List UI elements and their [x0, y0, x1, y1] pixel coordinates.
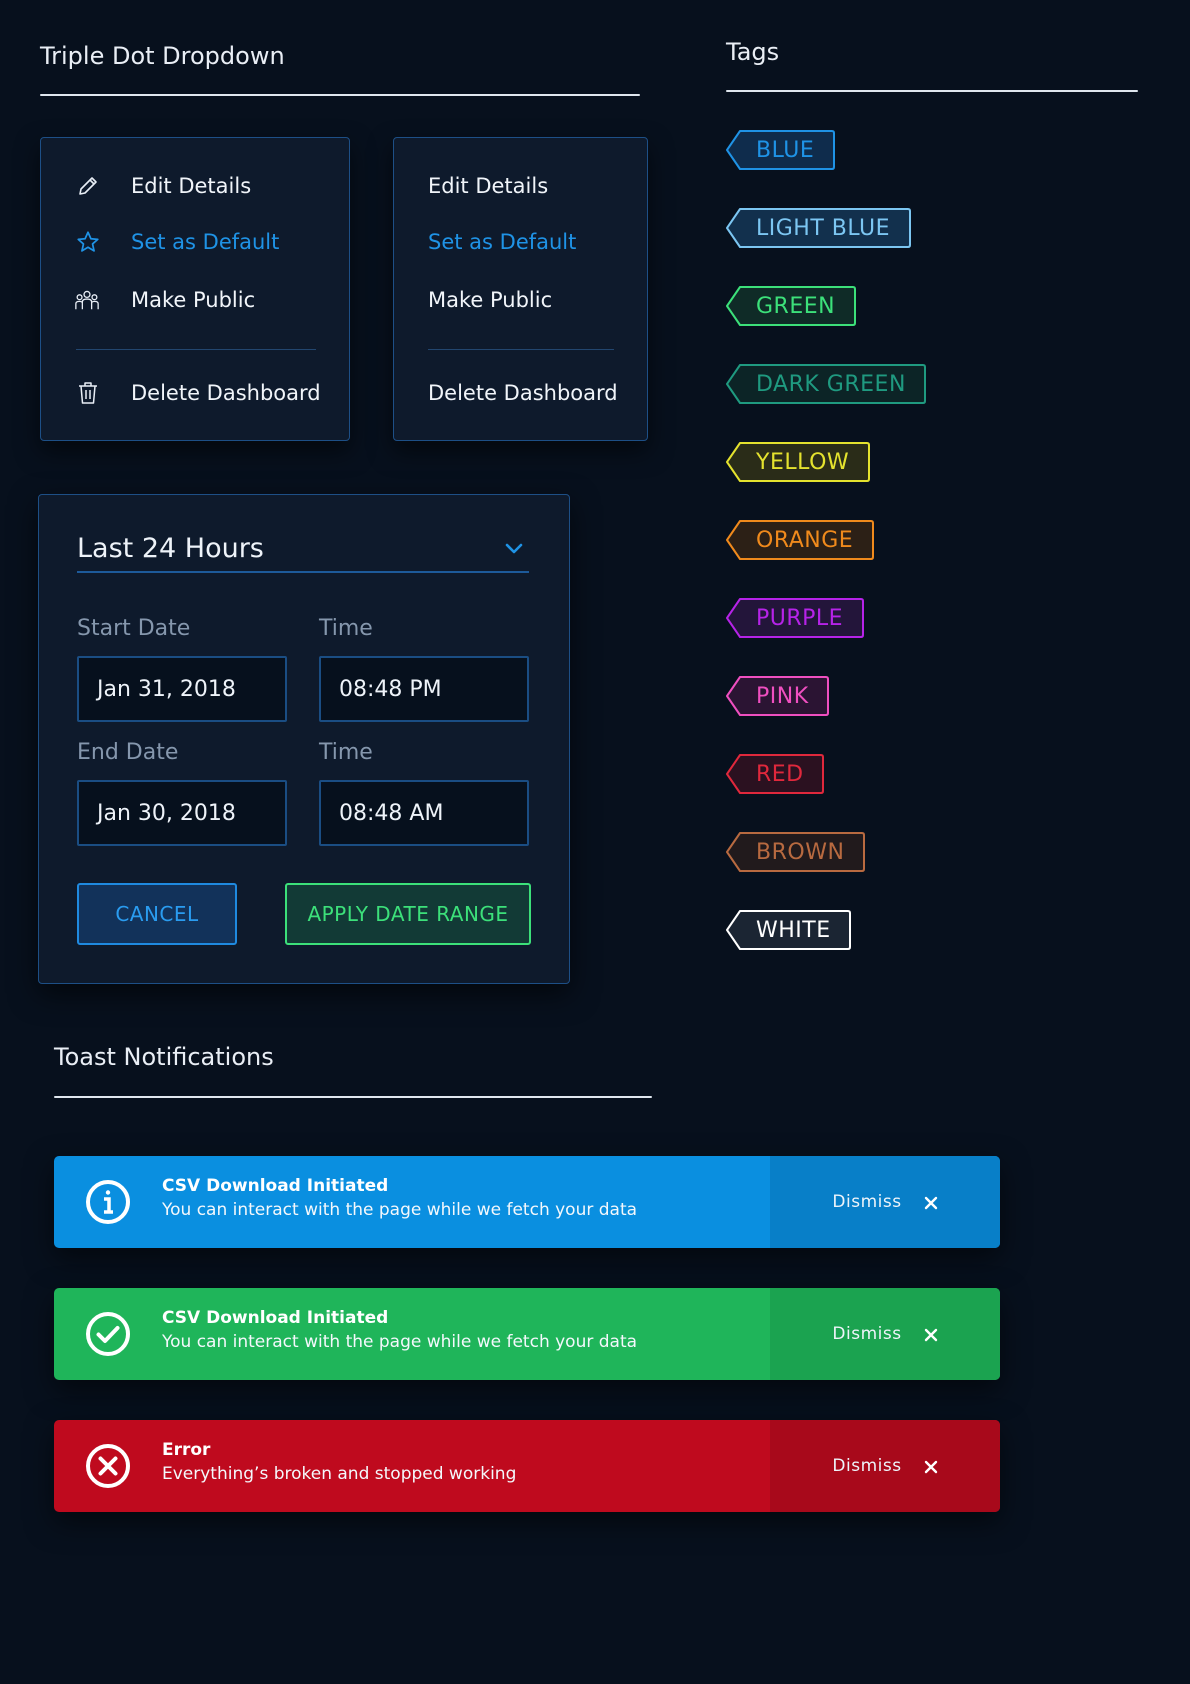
- tag-label: WHITE: [756, 917, 831, 943]
- tag-label: BLUE: [756, 137, 815, 163]
- menu-item-label: Delete Dashboard: [428, 381, 618, 405]
- tag-label: DARK GREEN: [756, 371, 906, 397]
- tag-label: BROWN: [756, 839, 845, 865]
- toast-title: CSV Download Initiated: [162, 1308, 389, 1328]
- toast-message: Everything’s broken and stopped working: [162, 1464, 517, 1484]
- dropdown-section-rule: [40, 94, 640, 96]
- date-range-panel: Last 24 Hours Start Date Time Jan 31, 20…: [38, 494, 570, 984]
- toast-message: You can interact with the page while we …: [162, 1332, 638, 1352]
- cancel-button[interactable]: CANCEL: [77, 883, 237, 945]
- tag-white[interactable]: WHITE: [726, 910, 851, 950]
- toast-section-title: Toast Notifications: [54, 1043, 274, 1071]
- dismiss-label: Dismiss: [832, 1456, 902, 1476]
- dismiss-button[interactable]: Dismiss: [770, 1288, 1000, 1380]
- tag-label: GREEN: [756, 293, 836, 319]
- tag-light-blue[interactable]: LIGHT BLUE: [726, 208, 911, 248]
- tag-purple[interactable]: PURPLE: [726, 598, 864, 638]
- tag-pink[interactable]: PINK: [726, 676, 829, 716]
- toast-error: Error Everything’s broken and stopped wo…: [54, 1420, 1000, 1512]
- toast-title: Error: [162, 1440, 211, 1460]
- menu-item-set-default[interactable]: Set as Default: [41, 222, 349, 262]
- people-icon: [74, 287, 100, 313]
- end-date-input[interactable]: Jan 30, 2018: [77, 780, 287, 846]
- close-icon: [924, 1327, 938, 1342]
- menu-item-edit-details[interactable]: Edit Details: [41, 166, 349, 206]
- info-icon: [84, 1178, 132, 1226]
- dismiss-label: Dismiss: [832, 1192, 902, 1212]
- menu-item-label: Set as Default: [428, 230, 577, 254]
- error-circle-icon: [84, 1442, 132, 1490]
- trash-icon: [75, 380, 101, 406]
- toast-title: CSV Download Initiated: [162, 1176, 389, 1196]
- tags-section-rule: [726, 90, 1138, 92]
- menu-item-make-public[interactable]: Make Public: [394, 280, 647, 320]
- tag-red[interactable]: RED: [726, 754, 824, 794]
- tag-yellow[interactable]: YELLOW: [726, 442, 870, 482]
- star-icon: [75, 229, 101, 255]
- start-time-input[interactable]: 08:48 PM: [319, 656, 529, 722]
- menu-item-label: Edit Details: [428, 174, 549, 198]
- end-time-label: Time: [319, 740, 373, 765]
- toast-success: CSV Download Initiated You can interact …: [54, 1288, 1000, 1380]
- menu-item-delete-dashboard[interactable]: Delete Dashboard: [394, 373, 647, 413]
- check-circle-icon: [84, 1310, 132, 1358]
- dismiss-button[interactable]: Dismiss: [770, 1156, 1000, 1248]
- toast-section-rule: [54, 1096, 652, 1098]
- menu-item-label: Delete Dashboard: [131, 381, 321, 405]
- tags-section-title: Tags: [726, 38, 780, 66]
- start-time-label: Time: [319, 616, 373, 641]
- chevron-down-icon: [503, 537, 525, 559]
- tag-blue[interactable]: BLUE: [726, 130, 835, 170]
- menu-item-delete-dashboard[interactable]: Delete Dashboard: [41, 373, 349, 413]
- menu-item-set-default[interactable]: Set as Default: [394, 222, 647, 262]
- start-date-label: Start Date: [77, 616, 191, 641]
- menu-item-label: Make Public: [131, 288, 256, 312]
- menu-item-label: Set as Default: [131, 230, 280, 254]
- menu-divider: [76, 349, 316, 350]
- close-icon: [924, 1195, 938, 1210]
- tag-label: RED: [756, 761, 804, 787]
- menu-item-make-public[interactable]: Make Public: [41, 280, 349, 320]
- tag-dark-green[interactable]: DARK GREEN: [726, 364, 926, 404]
- start-date-input[interactable]: Jan 31, 2018: [77, 656, 287, 722]
- tag-label: LIGHT BLUE: [756, 215, 891, 241]
- pencil-icon: [75, 173, 101, 199]
- toast-info: CSV Download Initiated You can interact …: [54, 1156, 1000, 1248]
- menu-item-label: Edit Details: [131, 174, 252, 198]
- menu-item-edit-details[interactable]: Edit Details: [394, 166, 647, 206]
- tag-label: ORANGE: [756, 527, 854, 553]
- apply-date-range-button[interactable]: APPLY DATE RANGE: [285, 883, 531, 945]
- end-time-input[interactable]: 08:48 AM: [319, 780, 529, 846]
- dropdown-section-title: Triple Dot Dropdown: [40, 42, 285, 70]
- toast-message: You can interact with the page while we …: [162, 1200, 638, 1220]
- tag-label: YELLOW: [756, 449, 850, 475]
- menu-divider: [428, 349, 614, 350]
- close-icon: [924, 1459, 938, 1474]
- dismiss-label: Dismiss: [832, 1324, 902, 1344]
- tag-orange[interactable]: ORANGE: [726, 520, 874, 560]
- range-select-value: Last 24 Hours: [77, 533, 264, 564]
- tag-label: PURPLE: [756, 605, 844, 631]
- dropdown-menu-with-icons: Edit Details Set as Default Make Public …: [40, 137, 350, 441]
- tag-brown[interactable]: BROWN: [726, 832, 865, 872]
- range-select[interactable]: Last 24 Hours: [77, 525, 529, 573]
- end-date-label: End Date: [77, 740, 179, 765]
- menu-item-label: Make Public: [428, 288, 553, 312]
- dropdown-menu-plain: Edit Details Set as Default Make Public …: [393, 137, 648, 441]
- dismiss-button[interactable]: Dismiss: [770, 1420, 1000, 1512]
- tag-green[interactable]: GREEN: [726, 286, 856, 326]
- tag-label: PINK: [756, 683, 809, 709]
